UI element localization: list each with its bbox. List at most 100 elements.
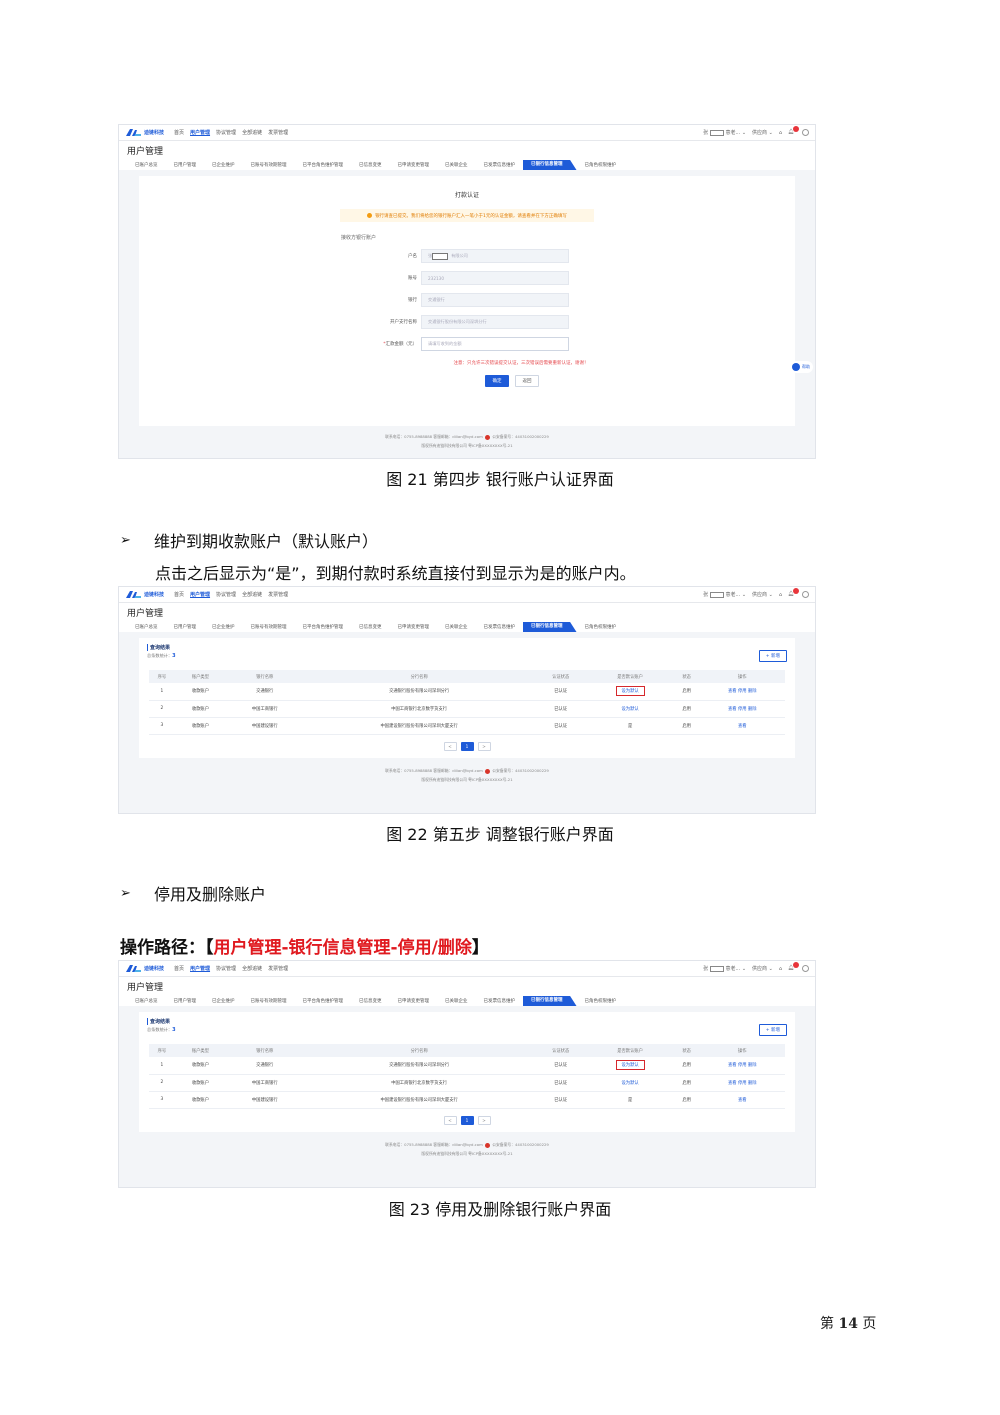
- next-page-button[interactable]: >: [477, 1115, 491, 1125]
- nav-home[interactable]: 首页: [174, 591, 184, 598]
- prev-page-button[interactable]: <: [443, 1115, 457, 1125]
- tab-related-enterprise[interactable]: 已关联企业: [437, 998, 476, 1004]
- tab-change-requests[interactable]: 已申请变更管理: [390, 162, 438, 168]
- user-icon[interactable]: [802, 129, 809, 136]
- add-button[interactable]: + 新增: [758, 1024, 787, 1036]
- nav-invoices[interactable]: 发票管理: [268, 591, 288, 598]
- prev-page-button[interactable]: <: [443, 741, 457, 751]
- tab-account-overview[interactable]: 已账户总览: [127, 624, 166, 630]
- field-amount: *汇款金额（元） 请填写收到的金额: [139, 337, 795, 351]
- tab-account-overview[interactable]: 已账户总览: [127, 998, 166, 1004]
- tab-account-validity[interactable]: 已账号有效期管理: [243, 624, 295, 630]
- nav-agreements[interactable]: 协议管理: [216, 965, 236, 972]
- nav-invoices[interactable]: 发票管理: [268, 129, 288, 136]
- account-number-input[interactable]: 232130: [421, 271, 569, 285]
- tab-related-enterprise[interactable]: 已关联企业: [437, 624, 476, 630]
- user-menu[interactable]: 张 意老... ⌄: [703, 965, 746, 972]
- set-default-button[interactable]: 设为默认: [586, 700, 674, 718]
- tab-user-management[interactable]: 已用户管理: [166, 998, 205, 1004]
- tab-info-change[interactable]: 已信息变更: [351, 624, 390, 630]
- brand-logo[interactable]: 迪链科技: [125, 128, 164, 137]
- tab-role-permissions[interactable]: 已角色权限维护: [577, 998, 625, 1004]
- tab-platform-roles[interactable]: 已平台角色维护管理: [295, 624, 352, 630]
- row-actions[interactable]: 查看 停用 删除: [699, 683, 785, 701]
- user-icon[interactable]: [802, 965, 809, 972]
- nav-chain[interactable]: 全部追链: [242, 965, 262, 972]
- user-menu[interactable]: 张 意老... ⌄: [703, 591, 746, 598]
- bell-icon[interactable]: 🔔︎: [788, 587, 799, 599]
- tab-bank-info[interactable]: 已银行信息管理: [523, 160, 577, 170]
- brand-logo[interactable]: 迪链科技: [125, 590, 164, 599]
- row-actions[interactable]: 查看 停用 删除: [699, 1057, 785, 1075]
- form-title: 打款认证: [454, 192, 479, 199]
- tab-invoice-info[interactable]: 已发票信息维护: [476, 624, 524, 630]
- logo-icon: [125, 590, 141, 599]
- role-select[interactable]: 供应商 ⌄: [752, 591, 773, 598]
- nav-home[interactable]: 首页: [174, 965, 184, 972]
- set-default-button[interactable]: 设为默认: [615, 686, 645, 697]
- home-icon[interactable]: ⌂: [779, 966, 782, 972]
- role-select[interactable]: 供应商 ⌄: [752, 129, 773, 136]
- tab-info-change[interactable]: 已信息变更: [351, 162, 390, 168]
- account-name-input[interactable]: 张有限公司: [421, 249, 569, 263]
- tab-user-management[interactable]: 已用户管理: [166, 162, 205, 168]
- footer: 联系电话：0755-8988888 客服邮箱：dilian@byd.com 公安…: [385, 768, 549, 782]
- tab-enterprise[interactable]: 已企业维护: [204, 998, 243, 1004]
- tab-invoice-info[interactable]: 已发票信息维护: [476, 998, 524, 1004]
- add-button[interactable]: + 新增: [758, 650, 787, 662]
- amount-input[interactable]: 请填写收到的金额: [421, 337, 569, 351]
- notification-badge: [793, 587, 799, 594]
- nav-agreements[interactable]: 协议管理: [216, 591, 236, 598]
- arrow-bullet-icon: ➢: [120, 532, 131, 548]
- tab-info-change[interactable]: 已信息变更: [351, 998, 390, 1004]
- logo-icon: [125, 964, 141, 973]
- row-actions[interactable]: 查看 停用 删除: [699, 1074, 785, 1092]
- nav-agreements[interactable]: 协议管理: [216, 129, 236, 136]
- tab-role-permissions[interactable]: 已角色权限维护: [577, 162, 625, 168]
- tab-change-requests[interactable]: 已申请变更管理: [390, 998, 438, 1004]
- tab-related-enterprise[interactable]: 已关联企业: [437, 162, 476, 168]
- nav-user-management[interactable]: 用户管理: [190, 129, 210, 136]
- tab-bank-info[interactable]: 已银行信息管理: [523, 996, 577, 1006]
- nav-user-management[interactable]: 用户管理: [190, 965, 210, 972]
- tab-role-permissions[interactable]: 已角色权限维护: [577, 624, 625, 630]
- set-default-button[interactable]: 设为默认: [586, 1074, 674, 1092]
- home-icon[interactable]: ⌂: [779, 130, 782, 136]
- set-default-button[interactable]: 设为默认: [615, 1060, 645, 1071]
- nav-home[interactable]: 首页: [174, 129, 184, 136]
- tab-bank-info[interactable]: 已银行信息管理: [523, 622, 577, 632]
- nav-invoices[interactable]: 发票管理: [268, 965, 288, 972]
- nav-chain[interactable]: 全部追链: [242, 591, 262, 598]
- tab-user-management[interactable]: 已用户管理: [166, 624, 205, 630]
- back-button[interactable]: 返回: [515, 375, 539, 387]
- tab-change-requests[interactable]: 已申请变更管理: [390, 624, 438, 630]
- tab-platform-roles[interactable]: 已平台角色维护管理: [295, 162, 352, 168]
- bank-input[interactable]: 交通银行: [421, 293, 569, 307]
- bell-icon[interactable]: 🔔︎: [788, 961, 799, 973]
- tab-invoice-info[interactable]: 已发票信息维护: [476, 162, 524, 168]
- page-1-button[interactable]: 1: [460, 741, 474, 751]
- next-page-button[interactable]: >: [477, 741, 491, 751]
- help-float-button[interactable]: 帮助: [789, 361, 813, 373]
- page-1-button[interactable]: 1: [460, 1115, 474, 1125]
- tab-enterprise[interactable]: 已企业维护: [204, 162, 243, 168]
- tab-account-validity[interactable]: 已账号有效期管理: [243, 162, 295, 168]
- tab-enterprise[interactable]: 已企业维护: [204, 624, 243, 630]
- row-actions[interactable]: 查看: [699, 717, 785, 735]
- home-icon[interactable]: ⌂: [779, 592, 782, 598]
- tab-account-validity[interactable]: 已账号有效期管理: [243, 998, 295, 1004]
- row-actions[interactable]: 查看: [699, 1091, 785, 1109]
- nav-user-management[interactable]: 用户管理: [190, 591, 210, 598]
- user-menu[interactable]: 张 意老... ⌄: [703, 129, 746, 136]
- tab-platform-roles[interactable]: 已平台角色维护管理: [295, 998, 352, 1004]
- role-select[interactable]: 供应商 ⌄: [752, 965, 773, 972]
- bell-icon[interactable]: 🔔︎: [788, 125, 799, 137]
- user-icon[interactable]: [802, 591, 809, 598]
- brand-logo[interactable]: 迪链科技: [125, 964, 164, 973]
- nav-chain[interactable]: 全部追链: [242, 129, 262, 136]
- tab-account-overview[interactable]: 已账户总览: [127, 162, 166, 168]
- branch-input[interactable]: 交通银行股份有限公司深圳分行: [421, 315, 569, 329]
- redaction-box: [432, 252, 449, 260]
- confirm-button[interactable]: 确定: [485, 375, 509, 387]
- row-actions[interactable]: 查看 停用 删除: [699, 700, 785, 718]
